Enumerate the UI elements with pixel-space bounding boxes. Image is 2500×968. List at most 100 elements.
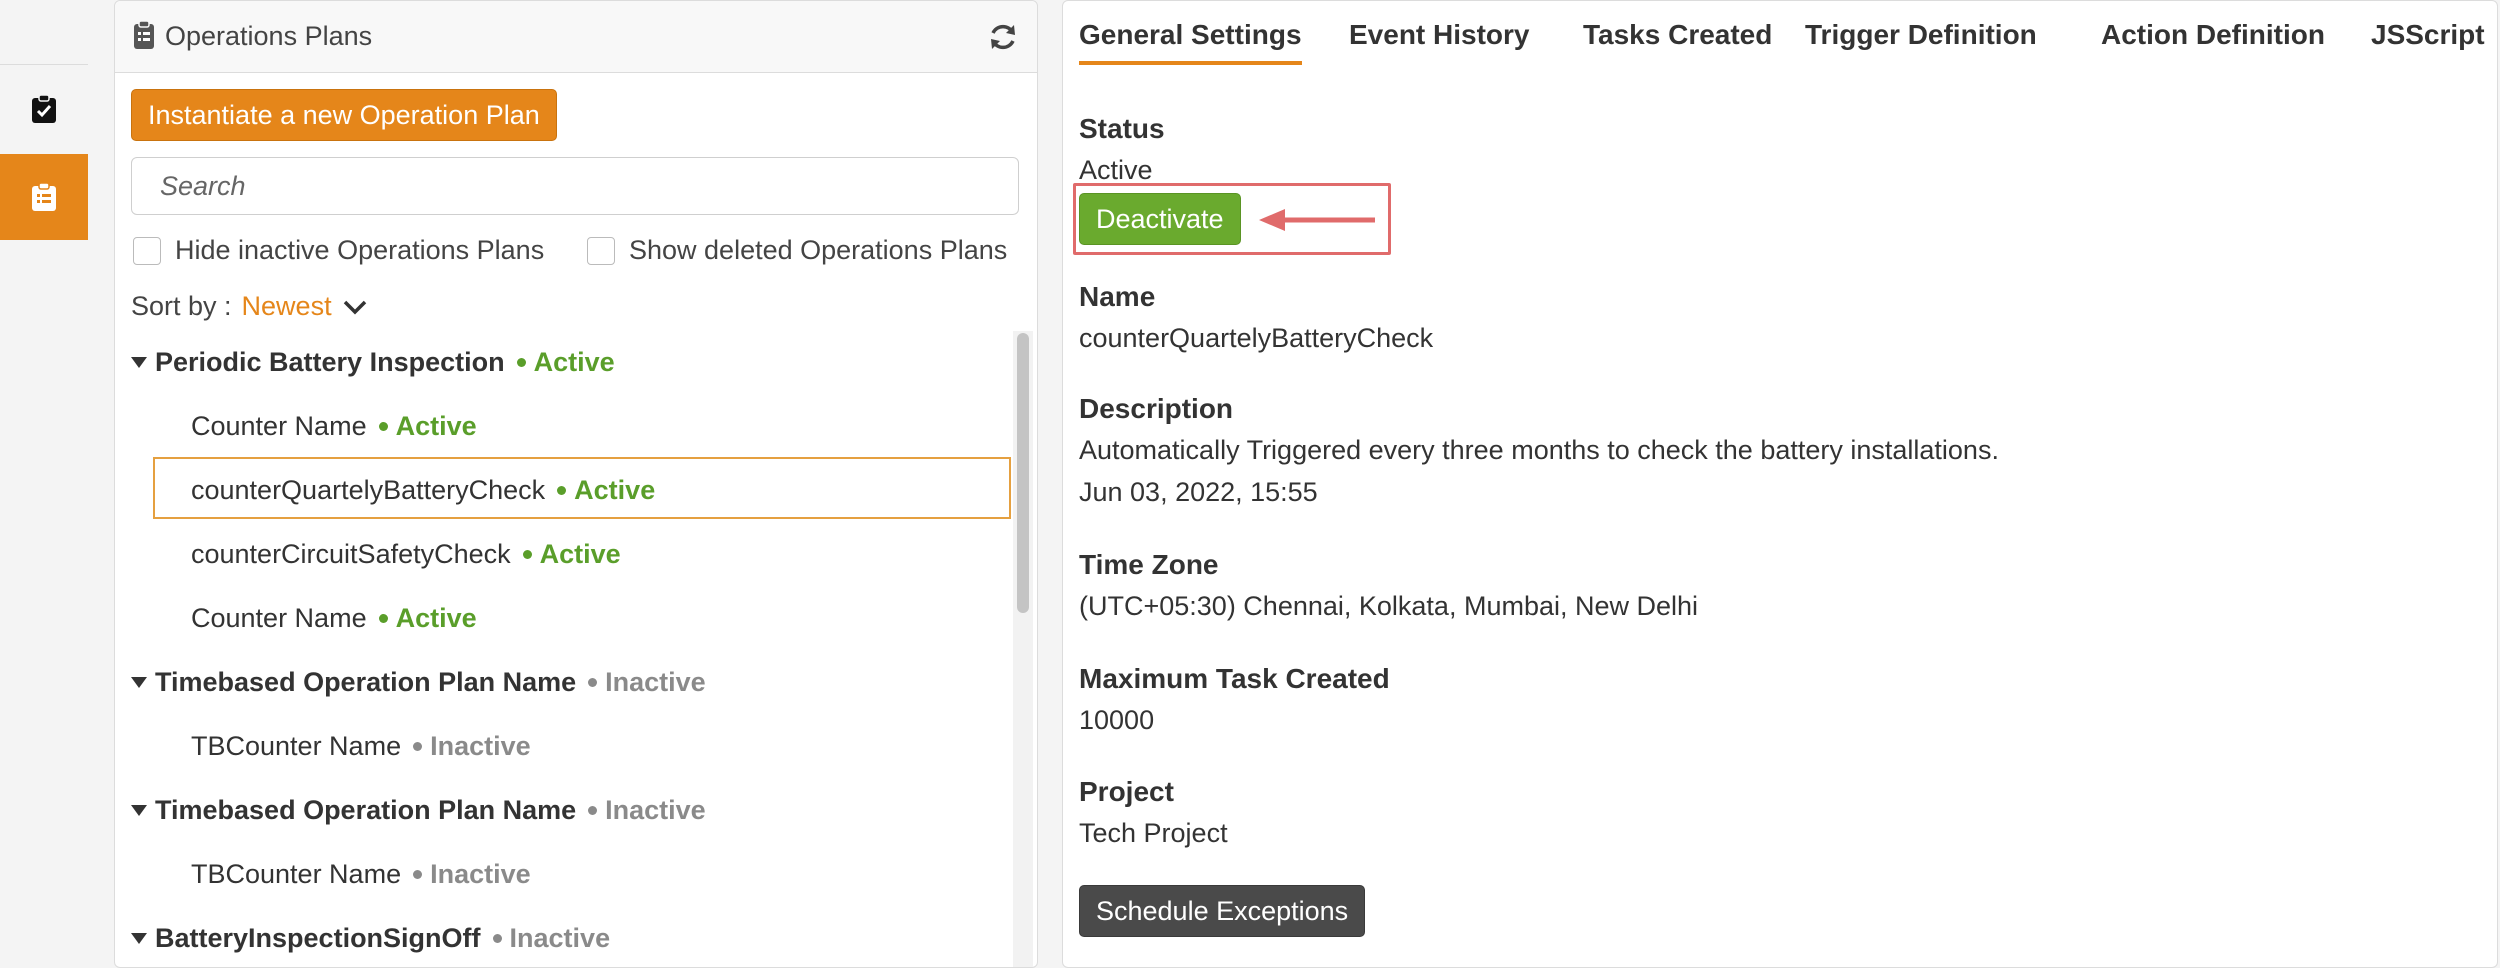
sort-value[interactable]: Newest <box>242 291 332 322</box>
status-badge: Inactive <box>413 859 531 890</box>
tree-row-name: Counter Name <box>191 602 367 633</box>
annotation-arrow-icon <box>1259 209 1375 231</box>
max-task-value: 10000 <box>1079 705 1155 735</box>
status-dot-icon <box>557 485 567 495</box>
status-badge: Inactive <box>413 731 531 762</box>
status-text: Active <box>539 538 621 569</box>
tab-trigger-definition[interactable]: Trigger Definition <box>1805 19 2037 65</box>
tree-scrollbar[interactable] <box>1013 331 1033 967</box>
tree-row-name: Timebased Operation Plan Name <box>155 794 577 825</box>
panel-title: Operations Plans <box>165 21 373 51</box>
tree-child-row[interactable]: Counter Name Active <box>191 587 477 649</box>
tree-child-row[interactable]: TBCounter Name Inactive <box>191 843 531 905</box>
panel-header: Operations Plans <box>115 1 1037 73</box>
status-dot-icon <box>588 677 598 687</box>
deactivate-button[interactable]: Deactivate <box>1079 193 1241 245</box>
max-task-label: Maximum Task Created <box>1079 663 1390 694</box>
status-dot-icon <box>522 549 532 559</box>
status-badge: Active <box>378 410 477 442</box>
show-deleted-label: Show deleted Operations Plans <box>629 235 1008 265</box>
tree-child-row[interactable]: counterQuartelyBatteryCheck Active <box>191 459 655 521</box>
instantiate-plan-button[interactable]: Instantiate a new Operation Plan <box>131 89 557 141</box>
caret-down-icon[interactable] <box>131 932 147 944</box>
hide-inactive-checkbox[interactable]: Hide inactive Operations Plans <box>133 235 544 266</box>
tree-parent-row[interactable]: BatteryInspectionSignOff Inactive <box>131 907 610 967</box>
clipboard-check-icon <box>32 94 56 123</box>
tree-child-row[interactable]: TBCounter Name Inactive <box>191 715 531 777</box>
status-badge: Active <box>557 475 655 506</box>
tab-jsscript[interactable]: JSScript <box>2371 19 2485 65</box>
tab-action-definition[interactable]: Action Definition <box>2101 19 2325 65</box>
refresh-icon[interactable] <box>987 21 1019 53</box>
tree-row-name: TBCounter Name <box>191 730 402 761</box>
caret-down-icon[interactable] <box>131 676 147 688</box>
sort-control[interactable]: Sort by : Newest <box>131 291 368 322</box>
description-date: Jun 03, 2022, 15:55 <box>1079 477 1318 507</box>
tab-tasks-created[interactable]: Tasks Created <box>1583 19 1772 65</box>
status-text: Inactive <box>430 858 531 889</box>
name-label: Name <box>1079 281 1156 312</box>
plans-tree: Periodic Battery Inspection Active Counter… <box>115 331 1015 967</box>
description-value: Automatically Triggered every three mont… <box>1079 435 1999 465</box>
details-tabs: General Settings Event History Tasks Cre… <box>1079 19 2489 67</box>
project-label: Project <box>1079 776 1174 807</box>
app-root: Operations Plans Instantiate a new Opera… <box>0 0 2500 968</box>
status-text: Active <box>533 346 615 377</box>
rail-item-tasks[interactable] <box>0 66 88 152</box>
tree-row-name: Periodic Battery Inspection <box>155 346 505 377</box>
status-dot-icon <box>378 421 388 431</box>
left-rail <box>0 0 88 968</box>
plan-details-panel: General Settings Event History Tasks Cre… <box>1062 0 2498 968</box>
status-dot-icon <box>378 613 388 623</box>
tree-row-name: Counter Name <box>191 410 367 441</box>
status-badge: Active <box>522 538 621 570</box>
tree-row-name: Timebased Operation Plan Name <box>155 666 577 697</box>
status-value: Active <box>1079 155 1153 185</box>
tree-row-name: counterCircuitSafetyCheck <box>191 538 511 569</box>
hide-inactive-label: Hide inactive Operations Plans <box>175 235 545 265</box>
tree-parent-row[interactable]: Periodic Battery Inspection Active <box>131 331 615 393</box>
rail-item-operations-plans[interactable] <box>0 154 88 240</box>
checkbox-box[interactable] <box>587 236 615 265</box>
tab-general-settings[interactable]: General Settings <box>1079 19 1302 65</box>
status-badge: Inactive <box>588 795 706 826</box>
clipboard-list-icon <box>32 182 56 211</box>
name-value: counterQuartelyBatteryCheck <box>1079 323 1434 353</box>
tree-parent-row[interactable]: Timebased Operation Plan Name Inactive <box>131 651 706 713</box>
project-value: Tech Project <box>1079 818 1228 848</box>
status-text: Inactive <box>430 730 531 761</box>
status-badge: Inactive <box>588 667 706 698</box>
sort-label: Sort by : <box>131 291 232 321</box>
search-input[interactable] <box>131 157 1019 215</box>
show-deleted-checkbox[interactable]: Show deleted Operations Plans <box>587 235 1007 266</box>
tree-row-name: counterQuartelyBatteryCheck <box>191 474 546 505</box>
status-dot-icon <box>492 933 502 943</box>
timezone-label: Time Zone <box>1079 549 1219 580</box>
status-text: Active <box>574 474 656 505</box>
timezone-value: (UTC+05:30) Chennai, Kolkata, Mumbai, Ne… <box>1079 591 1699 621</box>
status-text: Inactive <box>509 922 611 953</box>
checkbox-box[interactable] <box>133 236 161 265</box>
status-label: Status <box>1079 113 1165 144</box>
schedule-exceptions-button[interactable]: Schedule Exceptions <box>1079 885 1366 937</box>
tree-child-row[interactable]: Counter Name Active <box>191 395 477 457</box>
tree-parent-row[interactable]: Timebased Operation Plan Name Inactive <box>131 779 706 841</box>
clipboard-list-icon <box>134 20 154 49</box>
tree-row-name: TBCounter Name <box>191 858 402 889</box>
chevron-down-icon[interactable] <box>342 298 368 316</box>
caret-down-icon[interactable] <box>131 356 147 368</box>
tree-row-name: BatteryInspectionSignOff <box>155 922 481 953</box>
status-text: Active <box>395 602 477 633</box>
status-dot-icon <box>588 805 598 815</box>
status-dot-icon <box>413 869 423 879</box>
status-dot-icon <box>413 741 423 751</box>
caret-down-icon[interactable] <box>131 804 147 816</box>
status-text: Inactive <box>605 666 706 697</box>
status-badge: Inactive <box>492 922 611 954</box>
rail-divider <box>0 64 88 65</box>
scrollbar-thumb[interactable] <box>1017 333 1029 613</box>
tree-child-row[interactable]: counterCircuitSafetyCheck Active <box>191 523 621 585</box>
tab-event-history[interactable]: Event History <box>1349 19 1530 65</box>
description-label: Description <box>1079 393 1234 424</box>
status-text: Active <box>395 410 477 441</box>
